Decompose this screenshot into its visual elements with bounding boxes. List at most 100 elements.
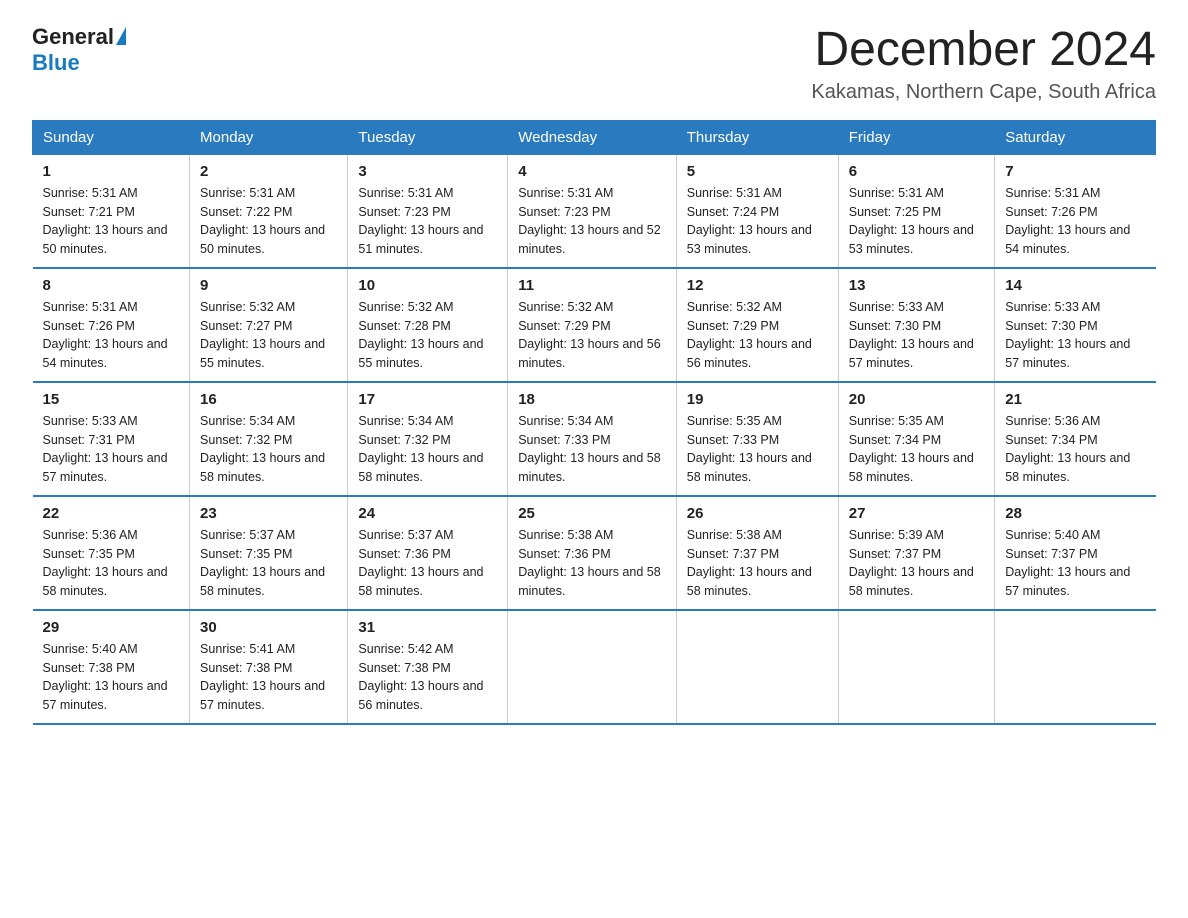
day-info: Sunrise: 5:36 AMSunset: 7:35 PMDaylight:… <box>43 526 180 601</box>
weekday-header-friday: Friday <box>838 120 994 154</box>
calendar-day-cell <box>838 610 994 724</box>
day-number: 13 <box>849 277 984 294</box>
day-number: 21 <box>1005 391 1145 408</box>
day-number: 3 <box>358 163 497 180</box>
day-number: 20 <box>849 391 984 408</box>
day-number: 27 <box>849 505 984 522</box>
weekday-header-saturday: Saturday <box>995 120 1156 154</box>
weekday-header-thursday: Thursday <box>676 120 838 154</box>
day-info: Sunrise: 5:31 AMSunset: 7:22 PMDaylight:… <box>200 184 337 259</box>
calendar-day-cell: 29 Sunrise: 5:40 AMSunset: 7:38 PMDaylig… <box>33 610 190 724</box>
calendar-week-row: 29 Sunrise: 5:40 AMSunset: 7:38 PMDaylig… <box>33 610 1156 724</box>
calendar-day-cell: 9 Sunrise: 5:32 AMSunset: 7:27 PMDayligh… <box>190 268 348 382</box>
calendar-day-cell: 30 Sunrise: 5:41 AMSunset: 7:38 PMDaylig… <box>190 610 348 724</box>
calendar-day-cell: 27 Sunrise: 5:39 AMSunset: 7:37 PMDaylig… <box>838 496 994 610</box>
calendar-day-cell: 8 Sunrise: 5:31 AMSunset: 7:26 PMDayligh… <box>33 268 190 382</box>
calendar-day-cell: 4 Sunrise: 5:31 AMSunset: 7:23 PMDayligh… <box>508 154 677 268</box>
page-header: General Blue December 2024 Kakamas, Nort… <box>32 24 1156 104</box>
day-number: 31 <box>358 619 497 636</box>
day-number: 18 <box>518 391 666 408</box>
location-subtitle: Kakamas, Northern Cape, South Africa <box>811 81 1156 104</box>
day-number: 28 <box>1005 505 1145 522</box>
calendar-day-cell <box>508 610 677 724</box>
day-info: Sunrise: 5:32 AMSunset: 7:28 PMDaylight:… <box>358 298 497 373</box>
day-number: 29 <box>43 619 180 636</box>
calendar-header-row: SundayMondayTuesdayWednesdayThursdayFrid… <box>33 120 1156 154</box>
calendar-day-cell: 31 Sunrise: 5:42 AMSunset: 7:38 PMDaylig… <box>348 610 508 724</box>
day-info: Sunrise: 5:37 AMSunset: 7:35 PMDaylight:… <box>200 526 337 601</box>
calendar-day-cell: 18 Sunrise: 5:34 AMSunset: 7:33 PMDaylig… <box>508 382 677 496</box>
weekday-header-tuesday: Tuesday <box>348 120 508 154</box>
day-info: Sunrise: 5:38 AMSunset: 7:37 PMDaylight:… <box>687 526 828 601</box>
month-title: December 2024 <box>811 24 1156 77</box>
day-info: Sunrise: 5:31 AMSunset: 7:23 PMDaylight:… <box>358 184 497 259</box>
calendar-day-cell: 22 Sunrise: 5:36 AMSunset: 7:35 PMDaylig… <box>33 496 190 610</box>
day-number: 9 <box>200 277 337 294</box>
day-number: 17 <box>358 391 497 408</box>
calendar-day-cell <box>995 610 1156 724</box>
day-info: Sunrise: 5:40 AMSunset: 7:37 PMDaylight:… <box>1005 526 1145 601</box>
day-number: 24 <box>358 505 497 522</box>
calendar-day-cell: 2 Sunrise: 5:31 AMSunset: 7:22 PMDayligh… <box>190 154 348 268</box>
day-info: Sunrise: 5:31 AMSunset: 7:23 PMDaylight:… <box>518 184 666 259</box>
day-info: Sunrise: 5:35 AMSunset: 7:34 PMDaylight:… <box>849 412 984 487</box>
calendar-week-row: 15 Sunrise: 5:33 AMSunset: 7:31 PMDaylig… <box>33 382 1156 496</box>
day-number: 11 <box>518 277 666 294</box>
day-number: 6 <box>849 163 984 180</box>
day-info: Sunrise: 5:40 AMSunset: 7:38 PMDaylight:… <box>43 640 180 715</box>
day-info: Sunrise: 5:31 AMSunset: 7:26 PMDaylight:… <box>43 298 180 373</box>
weekday-header-sunday: Sunday <box>33 120 190 154</box>
day-number: 30 <box>200 619 337 636</box>
calendar-day-cell: 24 Sunrise: 5:37 AMSunset: 7:36 PMDaylig… <box>348 496 508 610</box>
calendar-day-cell: 13 Sunrise: 5:33 AMSunset: 7:30 PMDaylig… <box>838 268 994 382</box>
calendar-week-row: 8 Sunrise: 5:31 AMSunset: 7:26 PMDayligh… <box>33 268 1156 382</box>
day-number: 1 <box>43 163 180 180</box>
day-number: 26 <box>687 505 828 522</box>
day-number: 12 <box>687 277 828 294</box>
calendar-day-cell: 23 Sunrise: 5:37 AMSunset: 7:35 PMDaylig… <box>190 496 348 610</box>
calendar-day-cell <box>676 610 838 724</box>
day-number: 4 <box>518 163 666 180</box>
day-number: 7 <box>1005 163 1145 180</box>
day-number: 23 <box>200 505 337 522</box>
day-number: 25 <box>518 505 666 522</box>
logo-blue-text: Blue <box>32 50 80 76</box>
calendar-day-cell: 3 Sunrise: 5:31 AMSunset: 7:23 PMDayligh… <box>348 154 508 268</box>
weekday-header-monday: Monday <box>190 120 348 154</box>
calendar-day-cell: 14 Sunrise: 5:33 AMSunset: 7:30 PMDaylig… <box>995 268 1156 382</box>
day-info: Sunrise: 5:31 AMSunset: 7:24 PMDaylight:… <box>687 184 828 259</box>
title-section: December 2024 Kakamas, Northern Cape, So… <box>811 24 1156 104</box>
day-number: 19 <box>687 391 828 408</box>
day-info: Sunrise: 5:37 AMSunset: 7:36 PMDaylight:… <box>358 526 497 601</box>
day-number: 22 <box>43 505 180 522</box>
day-number: 14 <box>1005 277 1145 294</box>
day-info: Sunrise: 5:31 AMSunset: 7:25 PMDaylight:… <box>849 184 984 259</box>
calendar-day-cell: 7 Sunrise: 5:31 AMSunset: 7:26 PMDayligh… <box>995 154 1156 268</box>
day-info: Sunrise: 5:33 AMSunset: 7:31 PMDaylight:… <box>43 412 180 487</box>
calendar-day-cell: 15 Sunrise: 5:33 AMSunset: 7:31 PMDaylig… <box>33 382 190 496</box>
calendar-day-cell: 20 Sunrise: 5:35 AMSunset: 7:34 PMDaylig… <box>838 382 994 496</box>
calendar-day-cell: 12 Sunrise: 5:32 AMSunset: 7:29 PMDaylig… <box>676 268 838 382</box>
day-info: Sunrise: 5:42 AMSunset: 7:38 PMDaylight:… <box>358 640 497 715</box>
day-info: Sunrise: 5:33 AMSunset: 7:30 PMDaylight:… <box>1005 298 1145 373</box>
day-info: Sunrise: 5:39 AMSunset: 7:37 PMDaylight:… <box>849 526 984 601</box>
day-info: Sunrise: 5:33 AMSunset: 7:30 PMDaylight:… <box>849 298 984 373</box>
calendar-day-cell: 1 Sunrise: 5:31 AMSunset: 7:21 PMDayligh… <box>33 154 190 268</box>
calendar-day-cell: 17 Sunrise: 5:34 AMSunset: 7:32 PMDaylig… <box>348 382 508 496</box>
logo-triangle-icon <box>116 27 126 45</box>
day-info: Sunrise: 5:35 AMSunset: 7:33 PMDaylight:… <box>687 412 828 487</box>
day-number: 8 <box>43 277 180 294</box>
day-info: Sunrise: 5:36 AMSunset: 7:34 PMDaylight:… <box>1005 412 1145 487</box>
calendar-day-cell: 28 Sunrise: 5:40 AMSunset: 7:37 PMDaylig… <box>995 496 1156 610</box>
day-info: Sunrise: 5:34 AMSunset: 7:33 PMDaylight:… <box>518 412 666 487</box>
calendar-day-cell: 6 Sunrise: 5:31 AMSunset: 7:25 PMDayligh… <box>838 154 994 268</box>
day-info: Sunrise: 5:32 AMSunset: 7:29 PMDaylight:… <box>518 298 666 373</box>
calendar-table: SundayMondayTuesdayWednesdayThursdayFrid… <box>32 120 1156 725</box>
day-info: Sunrise: 5:31 AMSunset: 7:21 PMDaylight:… <box>43 184 180 259</box>
calendar-day-cell: 10 Sunrise: 5:32 AMSunset: 7:28 PMDaylig… <box>348 268 508 382</box>
calendar-week-row: 1 Sunrise: 5:31 AMSunset: 7:21 PMDayligh… <box>33 154 1156 268</box>
day-info: Sunrise: 5:34 AMSunset: 7:32 PMDaylight:… <box>200 412 337 487</box>
day-number: 16 <box>200 391 337 408</box>
weekday-header-wednesday: Wednesday <box>508 120 677 154</box>
calendar-day-cell: 26 Sunrise: 5:38 AMSunset: 7:37 PMDaylig… <box>676 496 838 610</box>
